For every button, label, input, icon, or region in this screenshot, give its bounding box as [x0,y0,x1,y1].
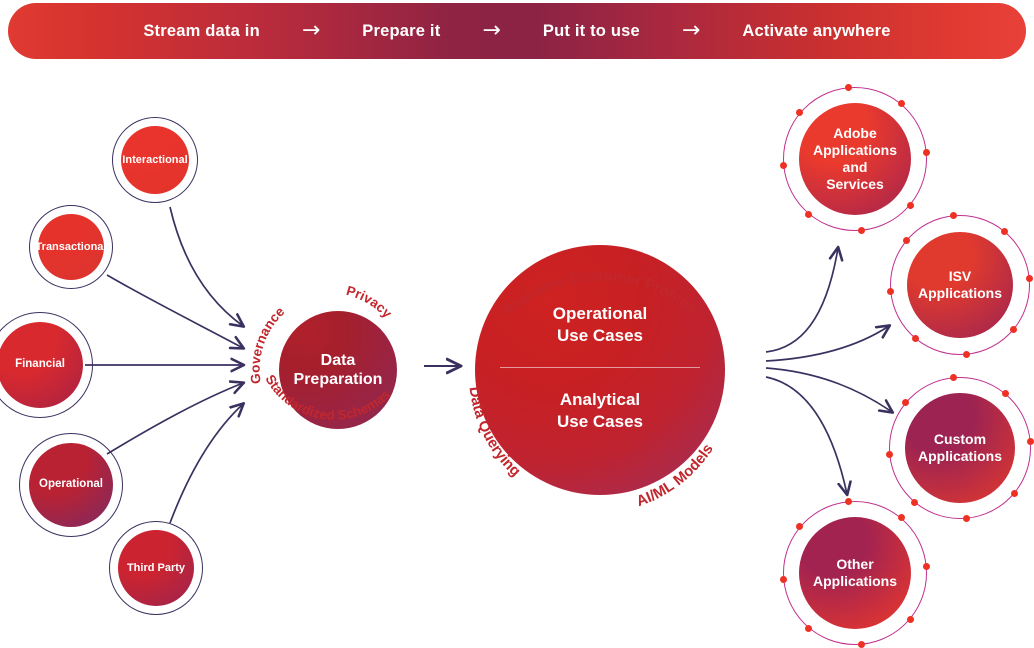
output-core: Custom Applications [905,393,1015,503]
source-node-financial[interactable]: Financial [0,312,93,418]
orbit-dot [911,335,919,343]
hub-analytical-title: Analytical Use Cases [475,389,725,433]
output-label-line1: ISV [948,267,972,284]
output-core: ISV Applications [907,232,1013,338]
orbit-dot [902,236,910,244]
output-core: Adobe Applications and Services [799,103,911,215]
output-label-line3: and [842,159,868,175]
hub-analytical-line2: Use Cases [556,412,643,432]
output-label-line2: Applications [812,141,897,158]
hub-analytical-line1: Analytical [559,390,641,409]
edge-to-adobe [765,248,838,353]
orbit-dot [845,497,853,505]
data-preparation-node[interactable]: Data Preparation [279,311,397,429]
source-core: Transactional [36,214,106,280]
orbit-dot [779,161,787,169]
output-core: Other Applications [799,517,911,629]
output-label-line1: Adobe [833,124,877,141]
output-label-line2: Applications [917,285,1002,301]
edge-to-isv [765,326,889,362]
edge-operational [106,383,243,455]
orbit-dot [906,615,914,623]
edge-transactional [106,274,243,348]
orbit-dot [962,351,970,359]
output-label-line2: Applications [917,448,1002,464]
hub-operational-title: Operational Use Cases [475,303,725,347]
source-core: Financial [0,322,83,408]
orbit-dot [1010,326,1018,334]
orbit-dot [857,227,865,235]
hub-operational-line2: Use Cases [556,326,643,346]
source-label: Financial [15,358,65,371]
source-core: Third Party [118,530,194,606]
source-node-third-party[interactable]: Third Party [109,521,203,615]
output-node-adobe-applications[interactable]: Adobe Applications and Services [779,83,931,235]
output-label-line1: Other [836,555,874,572]
output-label-line4: Services [826,176,884,193]
output-label: ISV Applications [918,268,1002,302]
orbit-dot [845,83,853,91]
output-node-custom-applications[interactable]: Custom Applications [885,373,1034,523]
source-label: Transactional [35,240,107,253]
source-core: Operational [29,443,113,527]
orbit-dot [886,287,894,295]
data-preparation-title-line1: Data [320,351,356,369]
diagram-canvas: Stream data in → Prepare it → Put it to … [0,0,1034,648]
source-label: Third Party [126,561,186,574]
orbit-dot [857,641,865,648]
source-node-operational[interactable]: Operational [19,433,123,537]
source-label: Operational [39,478,103,491]
source-node-interactional[interactable]: Interactional [112,117,198,203]
orbit-dot [805,210,813,218]
source-core: Interactional [121,126,189,194]
edge-third-party [169,404,243,524]
output-label-line2: Applications [812,573,897,589]
output-node-isv-applications[interactable]: ISV Applications [886,211,1034,359]
edge-to-custom [765,367,892,412]
edge-interactional [169,206,243,326]
edge-to-other [765,376,847,494]
orbit-dot [902,398,910,406]
data-preparation-title-line2: Preparation [293,371,383,388]
orbit-dot [1010,490,1018,498]
hub-divider [500,367,700,369]
output-node-other-applications[interactable]: Other Applications [779,497,931,648]
source-label: Interactional [122,153,188,166]
orbit-dot [885,450,893,458]
output-label: Adobe Applications and Services [813,125,897,193]
output-label: Other Applications [813,556,897,590]
data-preparation-title: Data Preparation [294,351,383,389]
output-label-line1: Custom [933,430,987,447]
orbit-dot [962,515,970,523]
orbit-dot [906,201,914,209]
output-label: Custom Applications [918,431,1002,465]
use-cases-hub[interactable]: Operational Use Cases Analytical Use Cas… [475,245,725,495]
orbit-dot [779,575,787,583]
source-node-transactional[interactable]: Transactional [29,205,113,289]
orbit-dot [805,624,813,632]
hub-operational-line1: Operational [552,304,648,323]
